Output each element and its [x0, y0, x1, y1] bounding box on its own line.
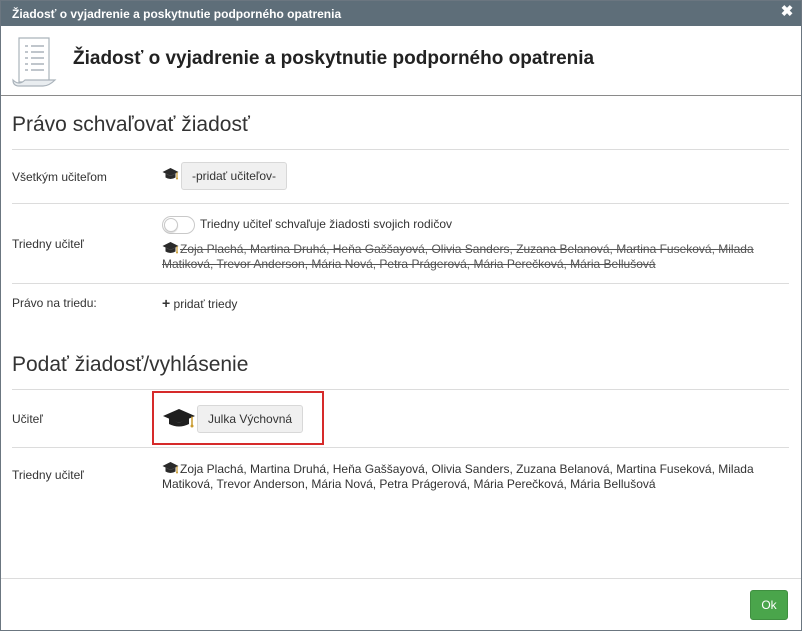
document-icon [11, 34, 57, 91]
teacher-label: Učiteľ [12, 412, 43, 426]
toggle-knob [164, 218, 178, 232]
teacher-button[interactable]: Julka Výchovná [197, 405, 304, 433]
approval-toggle[interactable] [162, 216, 195, 234]
class-teachers-list-line-2: Matiková, Trevor Anderson, Mária Nová, P… [162, 257, 656, 271]
footer-divider [1, 578, 801, 579]
class-teacher-label: Triedny učiteľ [12, 237, 84, 251]
dialog-window: Žiadosť o vyjadrenie a poskytnutie podpo… [0, 0, 802, 631]
divider [12, 389, 789, 390]
submit-class-teachers-line-1: Zoja Plachá, Martina Druhá, Heňa Gaššayo… [180, 462, 754, 476]
approval-section-title: Právo schvaľovať žiadosť [12, 113, 250, 136]
add-class-link[interactable]: + pridať triedy [162, 295, 237, 311]
plus-icon: + [162, 295, 171, 311]
divider [12, 447, 789, 448]
add-class-link-label: pridať triedy [173, 297, 238, 311]
class-right-label: Právo na triedu: [12, 296, 97, 310]
page-title: Žiadosť o vyjadrenie a poskytnutie podpo… [73, 48, 595, 69]
add-teachers-button[interactable]: -pridať učiteľov- [181, 162, 288, 190]
ok-button[interactable]: Ok [750, 590, 788, 620]
graduation-cap-icon [162, 407, 196, 434]
all-teachers-label: Všetkým učiteľom [12, 170, 107, 184]
titlebar: Žiadosť o vyjadrenie a poskytnutie podpo… [1, 1, 801, 26]
close-icon[interactable]: ✖ [780, 4, 794, 19]
class-teachers-list-line-1: Zoja Plachá, Martina Druhá, Heňa Gaššayo… [180, 242, 754, 256]
divider [12, 283, 789, 284]
dialog-header: Žiadosť o vyjadrenie a poskytnutie podpo… [1, 26, 801, 96]
toggle-label: Triedny učiteľ schvaľuje žiadosti svojic… [200, 217, 452, 231]
divider [12, 203, 789, 204]
submit-section-title: Podať žiadosť/vyhlásenie [12, 353, 249, 376]
submit-class-teachers-line-2: Matiková, Trevor Anderson, Mária Nová, P… [162, 477, 656, 491]
window-title: Žiadosť o vyjadrenie a poskytnutie podpo… [12, 7, 342, 21]
submit-class-teacher-label: Triedny učiteľ [12, 468, 84, 482]
divider [12, 149, 789, 150]
graduation-cap-icon [162, 167, 179, 185]
